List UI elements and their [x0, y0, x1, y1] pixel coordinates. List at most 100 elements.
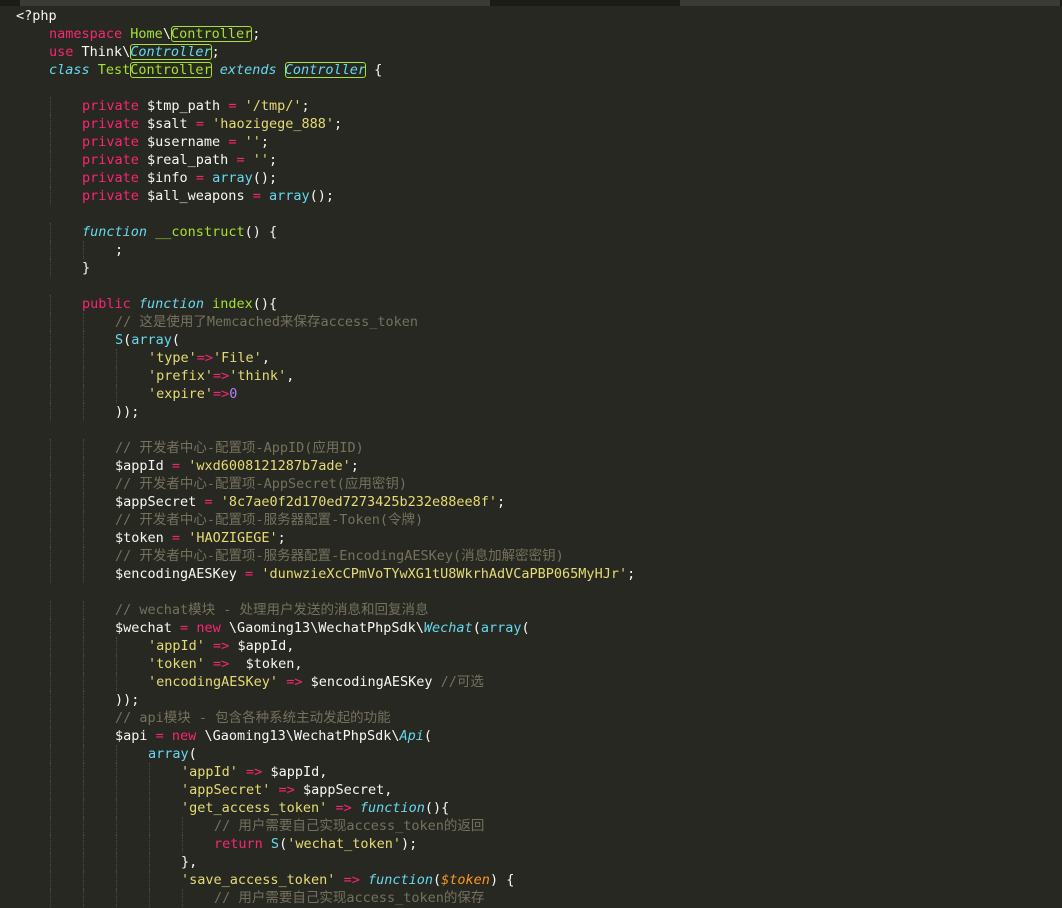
code-line[interactable]: // 用户需要自己实现access_token的返回	[0, 817, 1062, 835]
code-line[interactable]: $wechat = new \Gaoming13\WechatPhpSdk\We…	[0, 619, 1062, 637]
code-line[interactable]: 'expire'=>0	[0, 385, 1062, 403]
code-line[interactable]: $encodingAESKey = 'dunwzieXcCPmVoTYwXG1t…	[0, 565, 1062, 583]
code-line[interactable]: ));	[0, 403, 1062, 421]
code-token: Wechat	[423, 620, 473, 636]
indent-guide	[50, 259, 51, 277]
indent-guide	[83, 511, 84, 529]
code-line[interactable]	[0, 79, 1062, 97]
code-line[interactable]: 'appSecret' => $appSecret,	[0, 781, 1062, 799]
code-line[interactable]: 'get_access_token' => function(){	[0, 799, 1062, 817]
tab-right[interactable]	[680, 0, 1060, 6]
code-token: array	[268, 188, 310, 204]
code-token: 'token'	[148, 656, 205, 672]
code-line[interactable]: 'encodingAESKey' => $encodingAESKey //可选	[0, 673, 1062, 691]
code-token: private	[82, 170, 139, 186]
code-line[interactable]: public function index(){	[0, 295, 1062, 313]
code-line[interactable]: $token = 'HAOZIGEGE';	[0, 529, 1062, 547]
code-line[interactable]: function __construct() {	[0, 223, 1062, 241]
code-token: Controller	[284, 62, 367, 78]
code-line[interactable]: 'prefix'=>'think',	[0, 367, 1062, 385]
code-token: =>	[286, 674, 303, 690]
code-line[interactable]	[0, 421, 1062, 439]
code-token: 'save_access_token'	[181, 872, 336, 888]
code-line[interactable]: 'type'=>'File',	[0, 349, 1062, 367]
code-line[interactable]: 'appId' => $appId,	[0, 637, 1062, 655]
code-line[interactable]: // 开发者中心-配置项-AppID(应用ID)	[0, 439, 1062, 457]
code-line[interactable]: // 开发者中心-配置项-服务器配置-EncodingAESKey(消息加解密密…	[0, 547, 1062, 565]
code-token: \	[162, 26, 171, 42]
code-line[interactable]: }	[0, 259, 1062, 277]
code-line[interactable]	[0, 277, 1062, 295]
code-line[interactable]: $appSecret = '8c7ae0f2d170ed7273425b232e…	[0, 493, 1062, 511]
indent-guide	[83, 835, 84, 853]
indent-guide	[50, 691, 51, 709]
code-editor[interactable]: <?php namespace Home\Controller; use Think…	[0, 7, 1062, 908]
code-text: use Think\Controller;	[49, 43, 220, 61]
code-token: (	[423, 728, 433, 744]
code-line[interactable]: $api = new \Gaoming13\WechatPhpSdk\Api(	[0, 727, 1062, 745]
code-token: =>	[213, 386, 230, 402]
code-line[interactable]: private $username = '';	[0, 133, 1062, 151]
code-line[interactable]: class TestController extends Controller …	[0, 61, 1062, 79]
code-line[interactable]: // wechat模块 - 处理用户发送的消息和回复消息	[0, 601, 1062, 619]
code-line[interactable]: private $info = array();	[0, 169, 1062, 187]
code-line[interactable]: private $real_path = '';	[0, 151, 1062, 169]
indent-guide	[116, 763, 117, 781]
indent-guide	[83, 709, 84, 727]
code-line[interactable]: ));	[0, 691, 1062, 709]
code-line[interactable]: return S('wechat_token');	[0, 835, 1062, 853]
code-line[interactable]: <?php	[0, 7, 1062, 25]
indent-guide	[116, 817, 117, 835]
code-token: 'File'	[213, 350, 262, 366]
indent-guide	[83, 763, 84, 781]
code-line[interactable]: // 用户需要自己实现access_token的保存	[0, 889, 1062, 907]
code-text: private $info = array();	[82, 169, 277, 187]
code-text: // 开发者中心-配置项-AppID(应用ID)	[115, 439, 364, 457]
code-line[interactable]	[0, 583, 1062, 601]
code-line[interactable]: },	[0, 853, 1062, 871]
code-token: // 开发者中心-配置项-服务器配置-Token(令牌)	[115, 512, 424, 528]
code-line[interactable]: 'token' => $token,	[0, 655, 1062, 673]
indent-guide	[83, 781, 84, 799]
code-line[interactable]: // 开发者中心-配置项-服务器配置-Token(令牌)	[0, 511, 1062, 529]
code-token: private	[82, 116, 139, 132]
code-line[interactable]	[0, 205, 1062, 223]
code-token: function	[367, 872, 434, 888]
code-text: array(	[148, 745, 197, 763]
code-line[interactable]: private $tmp_path = '/tmp/';	[0, 97, 1062, 115]
code-line[interactable]: 'appId' => $appId,	[0, 763, 1062, 781]
code-line[interactable]: private $all_weapons = array();	[0, 187, 1062, 205]
code-token: ;	[269, 152, 278, 168]
code-line[interactable]: array(	[0, 745, 1062, 763]
code-line[interactable]: use Think\Controller;	[0, 43, 1062, 61]
code-line[interactable]: // api模块 - 包含各种系统主动发起的功能	[0, 709, 1062, 727]
indent-guide	[116, 367, 117, 385]
code-line[interactable]: namespace Home\Controller;	[0, 25, 1062, 43]
code-line[interactable]: private $salt = 'haozigege_888';	[0, 115, 1062, 133]
indent-guide	[50, 745, 51, 763]
code-token: return	[214, 836, 263, 852]
code-line[interactable]: $appId = 'wxd6008121287b7ade';	[0, 457, 1062, 475]
code-text: // api模块 - 包含各种系统主动发起的功能	[115, 709, 391, 727]
code-line[interactable]: ;	[0, 241, 1062, 259]
code-text: private $real_path = '';	[82, 151, 277, 169]
code-line[interactable]: S(array(	[0, 331, 1062, 349]
code-token: $token	[441, 872, 490, 888]
tab-left[interactable]	[20, 0, 490, 6]
code-line[interactable]: 'save_access_token' => function($token) …	[0, 871, 1062, 889]
code-token: =	[195, 170, 204, 186]
code-token: 0	[229, 386, 238, 402]
indent-guide	[83, 619, 84, 637]
code-text: ;	[115, 241, 123, 259]
code-line[interactable]: // 这是使用了Memcached来保存access_token	[0, 313, 1062, 331]
code-token: $wechat	[115, 620, 181, 636]
code-line[interactable]: // 开发者中心-配置项-AppSecret(应用密钥)	[0, 475, 1062, 493]
indent-guide	[50, 187, 51, 205]
code-text: private $tmp_path = '/tmp/';	[82, 97, 310, 115]
code-token: ,	[286, 368, 295, 384]
code-token: 'think'	[229, 368, 287, 384]
code-token: new	[171, 728, 197, 744]
